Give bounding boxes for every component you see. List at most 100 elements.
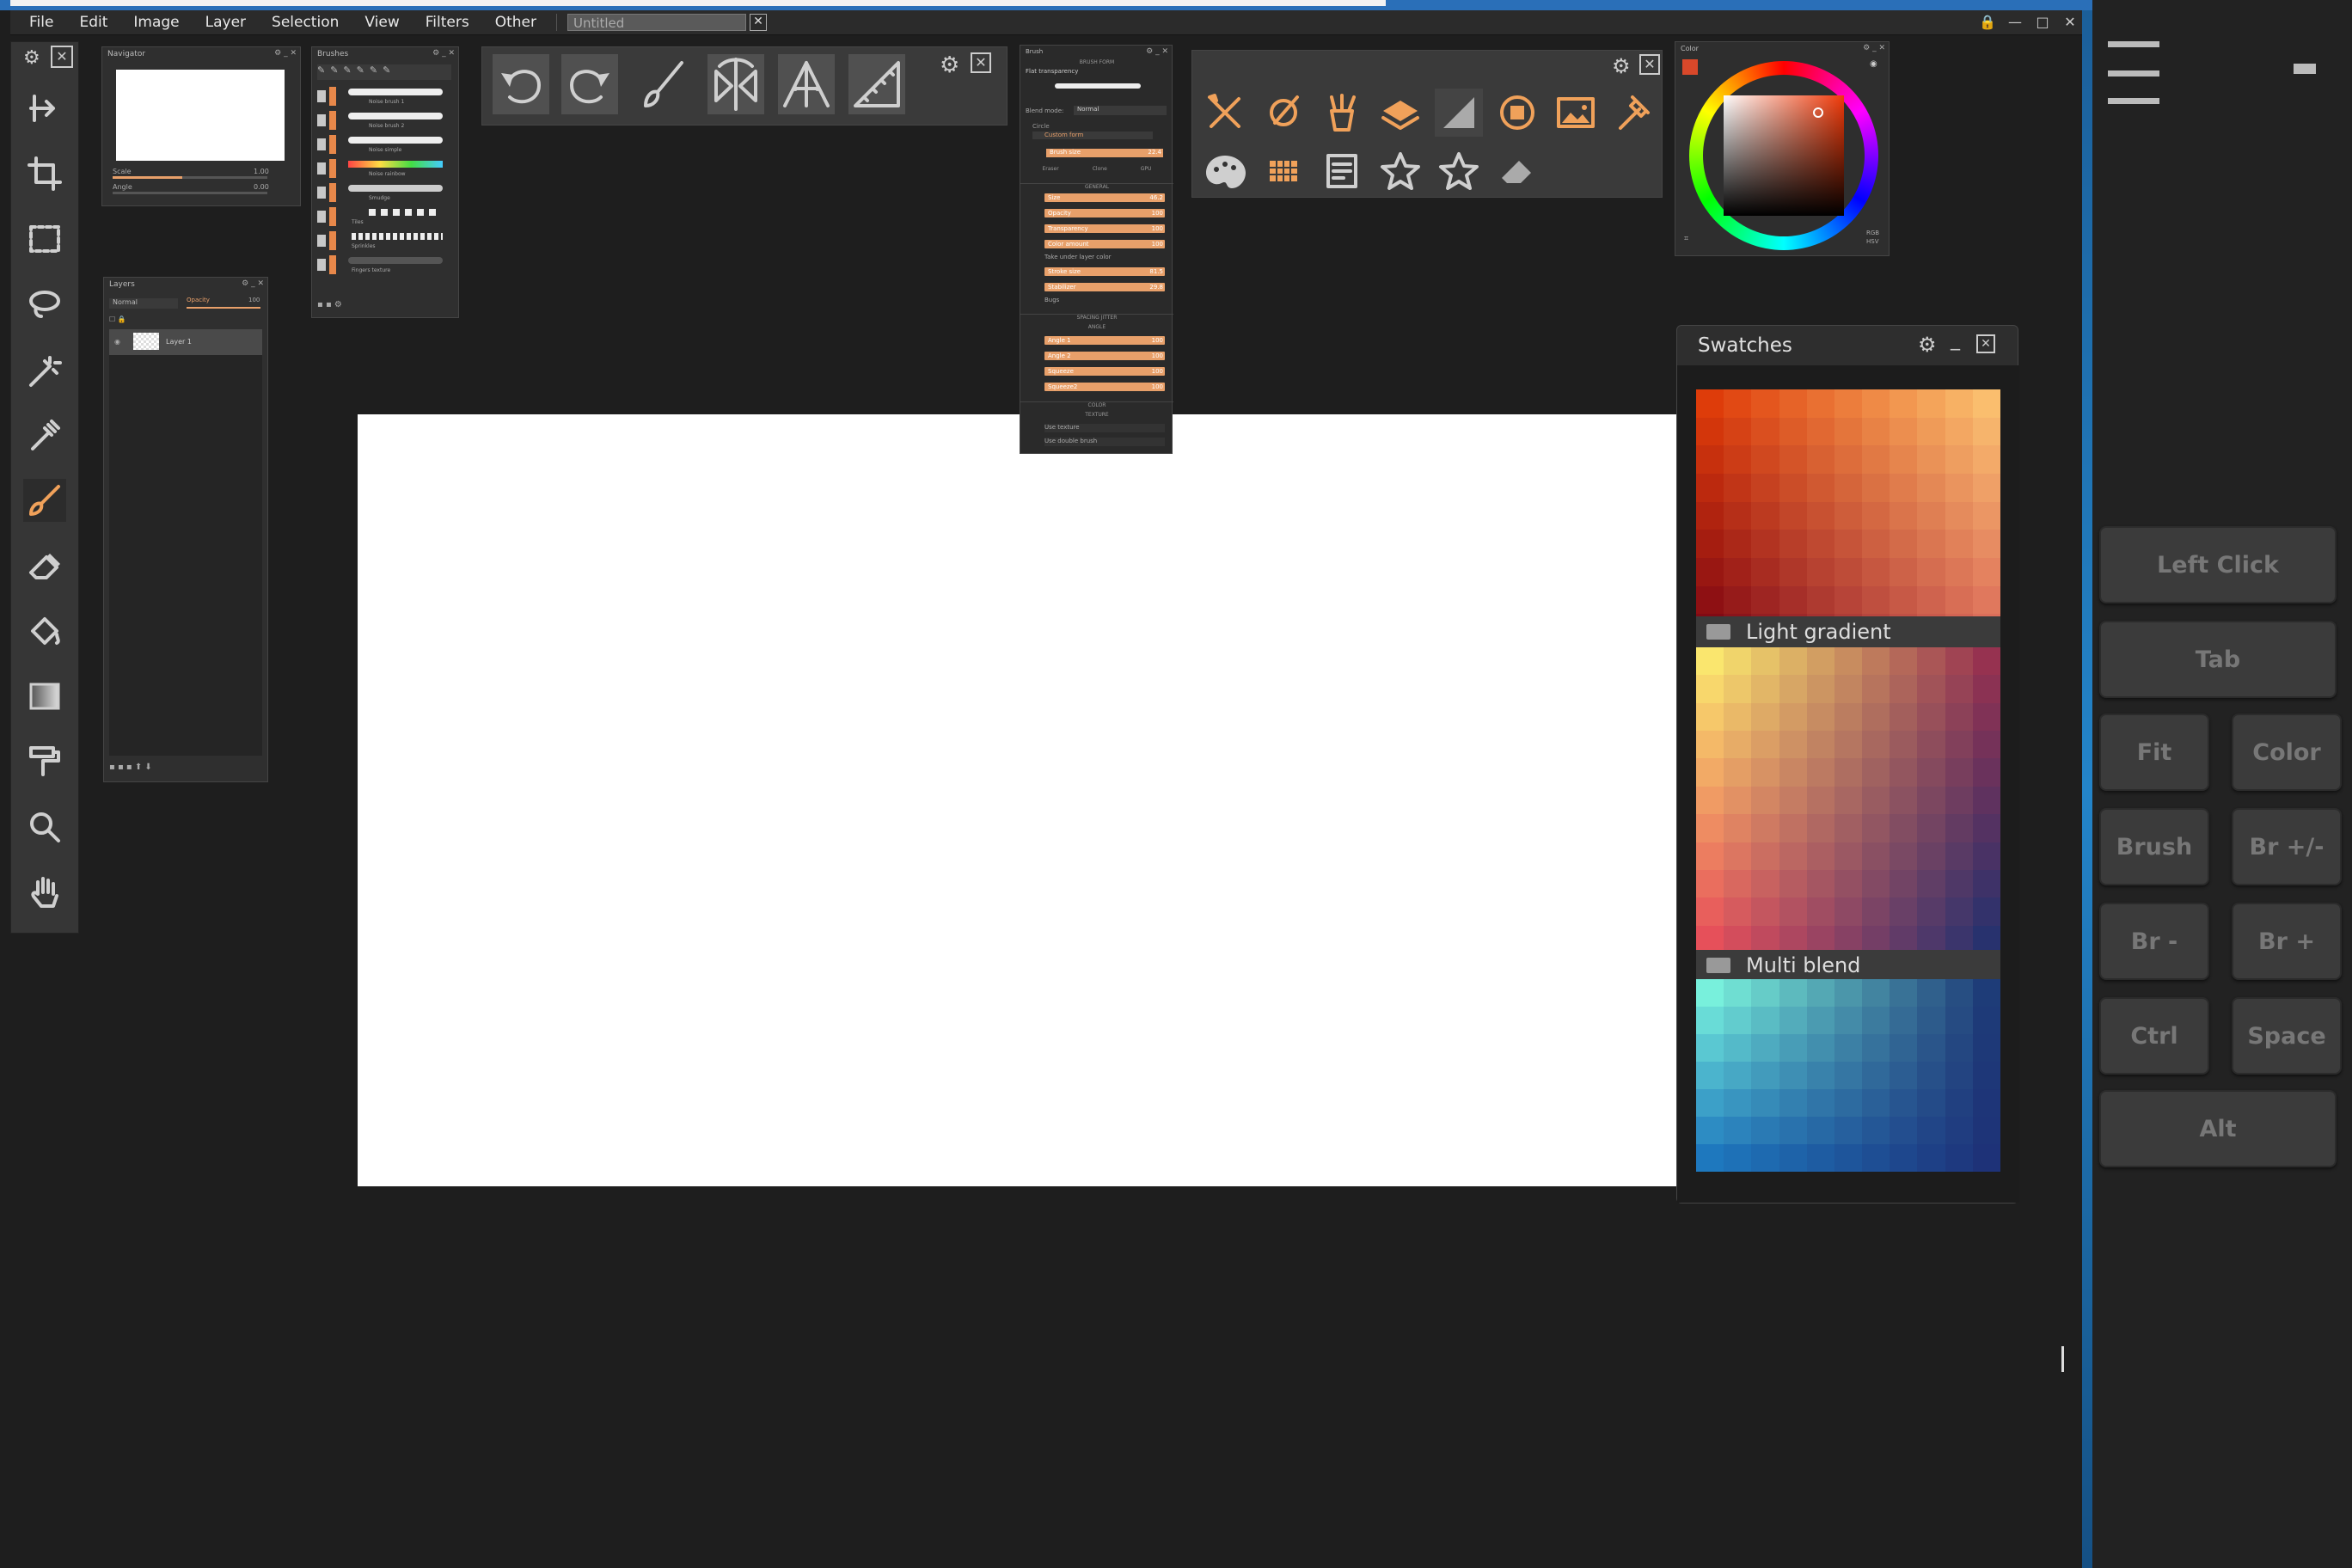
lock-icon[interactable]: 🔒 [1979,14,1996,31]
swatch-cell[interactable] [1917,1144,1945,1172]
swatch-cell[interactable] [1806,758,1834,787]
swatch-cell[interactable] [1696,897,1724,926]
swatch-cell[interactable] [1751,1034,1779,1062]
swatch-cell[interactable] [1917,585,1945,615]
space-key-button[interactable]: Space [2232,997,2342,1075]
transparency-slider[interactable]: Transparency 100 [1044,224,1165,233]
swatch-cell[interactable] [1724,558,1752,586]
swatch-cell[interactable] [1890,702,1918,732]
swatch-cell[interactable] [1779,786,1807,815]
hand-tool-icon[interactable] [23,871,66,914]
swatches-panel-icon[interactable] [1259,147,1308,195]
swatch-cell[interactable] [1862,1007,1890,1034]
swatch-cell[interactable] [1972,1062,2000,1089]
swatch-cell[interactable] [1806,1144,1834,1172]
close-icon[interactable]: ✕ [51,46,73,68]
swatch-cell[interactable] [1834,979,1863,1007]
swatch-cell[interactable] [1972,731,2000,759]
current-color-swatch[interactable] [1682,59,1698,75]
swatch-cell[interactable] [1862,417,1890,446]
swatch-cell[interactable] [1751,702,1779,732]
swatch-cell[interactable] [1834,1144,1863,1172]
angle-slider[interactable] [113,192,267,194]
swatch-cell[interactable] [1917,389,1945,418]
swatch-cell[interactable] [1751,814,1779,842]
swatch-cell[interactable] [1862,1117,1890,1144]
swatch-cell[interactable] [1806,1062,1834,1089]
swatch-cell[interactable] [1696,558,1724,586]
swatch-cell[interactable] [1890,585,1918,615]
tools-panel-icon[interactable] [1201,89,1249,137]
eraser-panel-icon[interactable] [1493,147,1541,195]
swatch-cell[interactable] [1890,786,1918,815]
swatch-cell[interactable] [1696,814,1724,842]
swatch-cell[interactable] [1972,979,2000,1007]
swatch-cell[interactable] [1806,869,1834,898]
swatch-cell[interactable] [1779,1007,1807,1034]
swatch-cell[interactable] [1696,1117,1724,1144]
swatch-cell[interactable] [1779,1117,1807,1144]
color-amount-slider[interactable]: Color amount 100 [1044,240,1165,248]
swatch-cell[interactable] [1862,814,1890,842]
swatch-cell[interactable] [1724,1089,1752,1117]
swatch-cell[interactable] [1972,474,2000,502]
layers-panel-icon[interactable] [1376,89,1424,137]
swatch-cell[interactable] [1724,389,1752,418]
panel-controls-icon[interactable]: ⚙ _ ✕ [242,279,264,288]
brush-size-slider[interactable]: Brush size 22.4 [1046,149,1163,157]
swatch-cell[interactable] [1751,1007,1779,1034]
color-button[interactable]: Color [2232,714,2342,791]
swatch-cell[interactable] [1806,647,1834,676]
swatch-cell[interactable] [1890,445,1918,474]
swatch-cell[interactable] [1724,530,1752,558]
saturation-value-square[interactable] [1724,95,1844,216]
swatch-cell[interactable] [1862,1034,1890,1062]
swatch-cell[interactable] [1917,1117,1945,1144]
swatch-cell[interactable] [1751,869,1779,898]
angle2-slider[interactable]: Angle 2 100 [1044,352,1165,360]
swatch-cell[interactable] [1972,869,2000,898]
swatch-cell[interactable] [1917,647,1945,676]
lasso-tool-icon[interactable] [23,283,66,326]
stroke-size-slider[interactable]: Stroke size 81.5 [1044,267,1165,276]
swatch-cell[interactable] [1779,814,1807,842]
swatch-cell[interactable] [1945,1144,1973,1172]
bugs-checkbox[interactable]: Bugs [1044,297,1059,303]
swatch-cell[interactable] [1834,1089,1863,1117]
swatch-cell[interactable] [1834,869,1863,898]
swatch-cell[interactable] [1972,647,2000,676]
form-custom-option[interactable]: Custom form [1032,132,1153,139]
swatch-cell[interactable] [1724,897,1752,926]
swatch-cell[interactable] [1917,501,1945,530]
swatch-cell[interactable] [1696,647,1724,676]
swatch-cell[interactable] [1834,647,1863,676]
swatch-cell[interactable] [1806,897,1834,926]
swatch-cell[interactable] [1696,731,1724,759]
brush-item[interactable]: Noise brush 2 [317,109,446,133]
color-panel-icon[interactable] [1493,89,1541,137]
swatch-cell[interactable] [1751,558,1779,586]
swatch-cell[interactable] [1751,417,1779,446]
swatch-cell[interactable] [1917,758,1945,787]
minimize-icon[interactable]: _ [1951,329,1960,351]
swatch-cell[interactable] [1972,1089,2000,1117]
swatch-cell[interactable] [1945,389,1973,418]
gear-icon[interactable]: ⚙ [1612,54,1631,78]
document-tab[interactable]: Untitled [567,14,746,31]
swatch-cell[interactable] [1724,758,1752,787]
swatch-cell[interactable] [1890,731,1918,759]
swatch-cell[interactable] [1806,530,1834,558]
squeeze2-slider[interactable]: Squeeze2 100 [1044,383,1165,391]
brush-button[interactable]: Brush [2099,808,2209,885]
eyedropper-tool-icon[interactable] [23,413,66,456]
swatch-cell[interactable] [1834,675,1863,703]
swatch-cell[interactable] [1724,1062,1752,1089]
layer-actions-icons[interactable]: ▪ ▪ ▪ ⬆ ⬇ [109,763,152,772]
swatch-grid-warm[interactable] [1696,389,2000,642]
menu-view[interactable]: View [352,10,412,34]
swatch-cell[interactable] [1945,585,1973,615]
swatch-cell[interactable] [1806,585,1834,615]
swatch-cell[interactable] [1945,1089,1973,1117]
swatch-cell[interactable] [1890,474,1918,502]
brushes-panel-icon[interactable] [1318,89,1366,137]
